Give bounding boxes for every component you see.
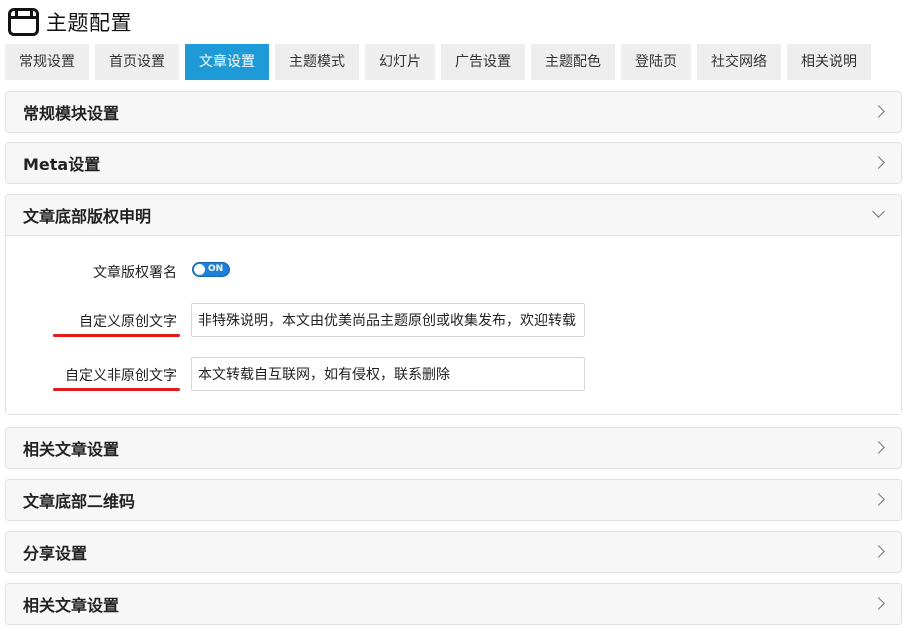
toggle-state: ON	[208, 264, 224, 274]
tab-bar: 常规设置 首页设置 文章设置 主题模式 幻灯片 广告设置 主题配色 登陆页 社交…	[5, 44, 877, 80]
section-header[interactable]: 相关文章设置	[6, 428, 901, 468]
section-title: 常规模块设置	[23, 104, 120, 123]
signature-toggle[interactable]: ON	[192, 262, 230, 277]
section-qrcode: 文章底部二维码	[5, 479, 902, 521]
section-title: Meta设置	[23, 155, 101, 174]
section-title: 相关文章设置	[23, 440, 120, 459]
chevron-right-icon	[872, 545, 885, 558]
tab-about[interactable]: 相关说明	[787, 44, 871, 80]
section-related-posts: 相关文章设置	[5, 427, 902, 469]
red-underline	[53, 388, 180, 391]
section-body: 文章版权署名 ON 自定义原创文字 自定义非原创文字	[6, 235, 901, 414]
chevron-right-icon	[872, 441, 885, 454]
page-header: 主题配置	[8, 6, 132, 38]
tab-general[interactable]: 常规设置	[5, 44, 89, 80]
original-text-row: 自定义原创文字	[6, 303, 901, 337]
page-title: 主题配置	[46, 11, 132, 35]
section-header[interactable]: 文章底部二维码	[6, 480, 901, 520]
section-general-modules: 常规模块设置	[5, 91, 902, 133]
section-title: 文章底部版权申明	[23, 207, 152, 226]
section-share: 分享设置	[5, 531, 902, 573]
section-meta: Meta设置	[5, 142, 902, 184]
section-header[interactable]: 文章底部版权申明	[6, 195, 901, 235]
signature-row: 文章版权署名 ON	[6, 260, 901, 294]
tab-article[interactable]: 文章设置	[185, 44, 269, 80]
section-title: 分享设置	[23, 544, 88, 563]
tab-ads[interactable]: 广告设置	[441, 44, 525, 80]
toggle-knob	[194, 264, 205, 275]
non-original-text-label: 自定义非原创文字	[65, 368, 177, 384]
chevron-right-icon	[872, 597, 885, 610]
section-header[interactable]: 分享设置	[6, 532, 901, 572]
chevron-right-icon	[872, 493, 885, 506]
original-text-input[interactable]	[191, 303, 585, 337]
chevron-right-icon	[872, 156, 885, 169]
tab-login[interactable]: 登陆页	[621, 44, 691, 80]
signature-label: 文章版权署名	[93, 265, 177, 281]
section-header[interactable]: 相关文章设置	[6, 584, 901, 624]
tab-theme-mode[interactable]: 主题模式	[275, 44, 359, 80]
section-title: 相关文章设置	[23, 596, 120, 615]
tab-social[interactable]: 社交网络	[697, 44, 781, 80]
section-related-posts-2: 相关文章设置	[5, 583, 902, 625]
chevron-right-icon	[872, 105, 885, 118]
tab-colors[interactable]: 主题配色	[531, 44, 615, 80]
chevron-down-icon	[872, 205, 885, 218]
section-header[interactable]: 常规模块设置	[6, 92, 901, 132]
non-original-text-input[interactable]	[191, 357, 585, 391]
section-copyright: 文章底部版权申明 文章版权署名 ON 自定义原创文字 自定义非原创文字	[5, 194, 902, 415]
non-original-text-row: 自定义非原创文字	[6, 357, 901, 391]
tab-slideshow[interactable]: 幻灯片	[365, 44, 435, 80]
window-icon	[8, 8, 39, 36]
section-title: 文章底部二维码	[23, 492, 136, 511]
section-header[interactable]: Meta设置	[6, 143, 901, 183]
red-underline	[53, 334, 180, 337]
original-text-label: 自定义原创文字	[79, 314, 177, 330]
tab-home[interactable]: 首页设置	[95, 44, 179, 80]
